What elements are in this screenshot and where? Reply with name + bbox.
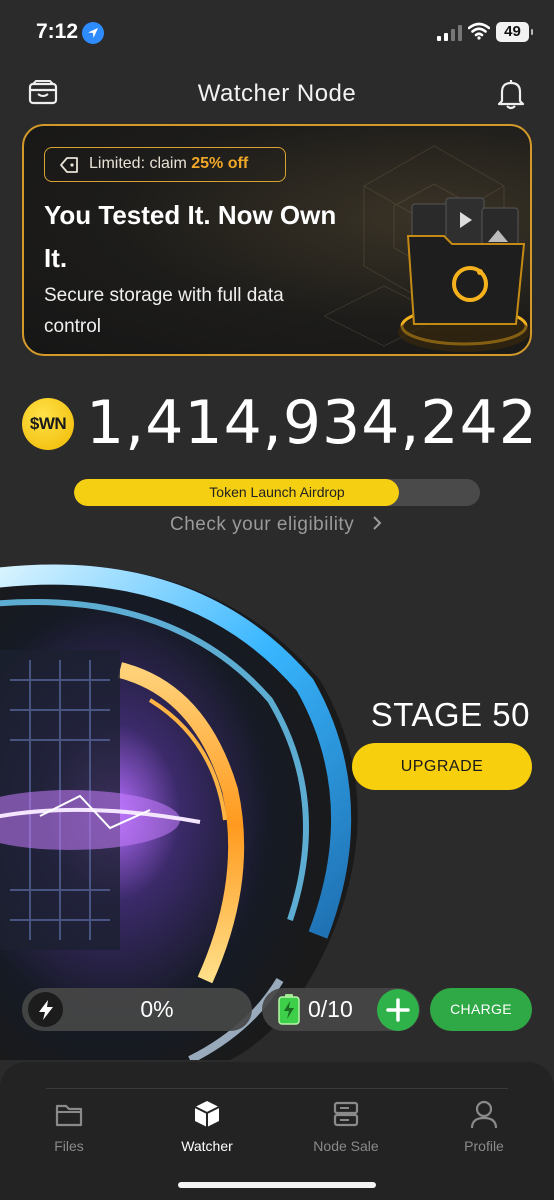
app-header: Watcher Node: [0, 74, 554, 114]
bell-icon[interactable]: [496, 78, 526, 110]
energy-meter: 0%: [22, 988, 252, 1031]
tab-node-sale-label: Node Sale: [313, 1138, 379, 1154]
promo-subtitle: Secure storage with full data control: [44, 285, 284, 337]
server-icon: [333, 1101, 359, 1127]
home-indicator: [178, 1182, 376, 1188]
wn-token-coin-icon: $WN: [22, 398, 74, 450]
location-arrow-icon: [82, 22, 104, 44]
promo-title: You Tested It. Now Own It.: [44, 200, 337, 273]
tab-files-label: Files: [54, 1138, 84, 1154]
tab-profile-label: Profile: [464, 1138, 504, 1154]
upgrade-button[interactable]: UPGRADE: [352, 743, 532, 790]
battery-icon: 49: [496, 22, 533, 42]
tab-node-sale[interactable]: Node Sale: [296, 1098, 396, 1154]
add-charge-button[interactable]: [377, 989, 419, 1031]
bottom-tab-bar: Files Watcher Node Sale Profile: [0, 1062, 554, 1200]
page-title: Watcher Node: [197, 80, 357, 107]
check-eligibility-text: Check your eligibility: [170, 514, 355, 535]
airdrop-progress-bar: Token Launch Airdrop: [74, 479, 480, 506]
node-orb-illustration: [0, 564, 358, 1060]
chevron-right-icon: [373, 516, 382, 530]
discount-percent: 25% off: [191, 155, 249, 172]
tab-bar-divider: [46, 1088, 508, 1089]
tab-watcher-label: Watcher: [181, 1138, 233, 1154]
folder-icon: [55, 1104, 83, 1127]
wifi-icon: [468, 22, 490, 40]
stage-label: STAGE 50: [370, 696, 530, 733]
folder-illustration-icon: [398, 197, 530, 352]
tab-profile[interactable]: Profile: [434, 1098, 534, 1154]
cellular-signal-icon: [437, 25, 462, 41]
promo-banner[interactable]: Limited: claim 25% off You Tested It. No…: [22, 124, 532, 356]
user-icon: [470, 1100, 498, 1129]
green-battery-icon: [278, 994, 300, 1025]
lightning-bolt-icon: [28, 992, 63, 1027]
discount-badge: Limited: claim 25% off: [44, 147, 286, 182]
energy-percent: 0%: [140, 996, 174, 1022]
battery-charges-count: 0/10: [308, 996, 353, 1022]
cube-icon: [194, 1101, 220, 1127]
status-bar: 7:12 49: [0, 0, 554, 66]
status-time: 7:12: [36, 20, 79, 43]
tab-watcher[interactable]: Watcher: [157, 1098, 257, 1154]
plus-icon: [386, 998, 410, 1022]
token-balance: 1,414,934,242: [86, 388, 538, 458]
discount-badge-text: Limited: claim: [89, 155, 192, 172]
charge-button[interactable]: CHARGE: [430, 988, 532, 1031]
tag-icon: [60, 157, 78, 173]
airdrop-progress-label: Token Launch Airdrop: [209, 484, 345, 500]
check-eligibility-link[interactable]: Check your eligibility: [0, 514, 554, 536]
tab-files[interactable]: Files: [19, 1098, 119, 1154]
